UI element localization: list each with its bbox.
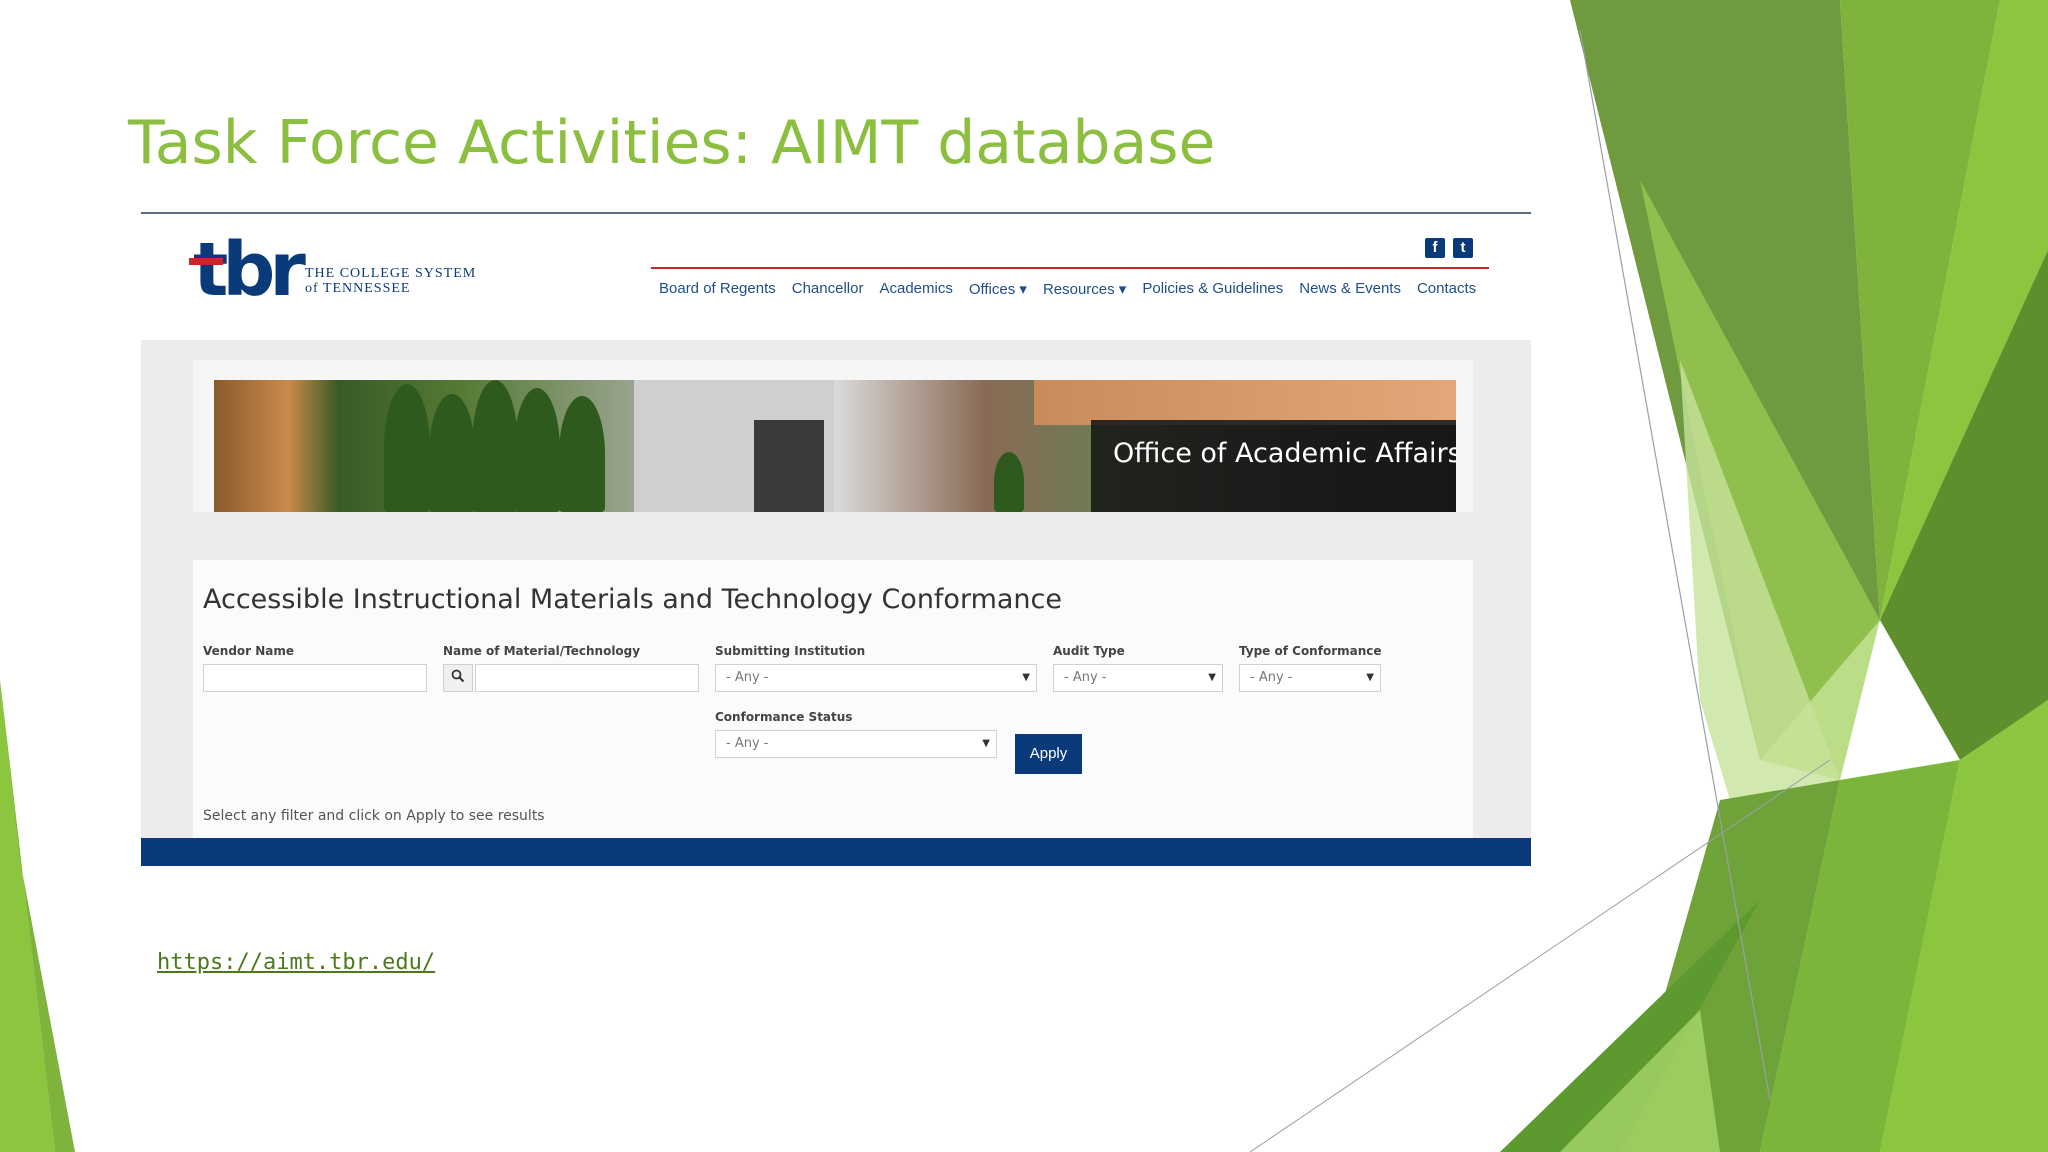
footer-bar [141,838,1531,866]
facebook-icon[interactable]: f [1425,238,1445,258]
nav-divider [651,267,1489,269]
conformance-type-select[interactable]: - Any - ▼ [1239,664,1381,692]
filter-hint: Select any filter and click on Apply to … [203,808,545,824]
page-content: Office of Academic Affairs Accessible In… [141,340,1531,840]
slide-title: Task Force Activities: AIMT database [128,108,1216,178]
banner-entrance [754,420,824,512]
logo-text: THE COLLEGE SYSTEM of TENNESSEE [305,266,476,296]
audit-type-select[interactable]: - Any - ▼ [1053,664,1223,692]
search-panel: Accessible Instructional Materials and T… [193,560,1473,840]
logo-line-2: of TENNESSEE [305,281,411,296]
social-links: f t [1425,238,1473,258]
nav-policies-guidelines[interactable]: Policies & Guidelines [1142,280,1283,298]
institution-label: Submitting Institution [715,644,866,658]
search-icon [443,664,473,692]
institution-value: - Any - [726,670,769,685]
website-screenshot: tbr THE COLLEGE SYSTEM of TENNESSEE f t … [141,212,1531,866]
logo-mark: tbr [193,227,306,313]
tbr-logo[interactable]: tbr THE COLLEGE SYSTEM of TENNESSEE [189,227,493,313]
audit-type-value: - Any - [1064,670,1107,685]
nav-board-of-regents[interactable]: Board of Regents [659,280,776,298]
chevron-down-icon: ▼ [1366,672,1374,683]
material-name-label: Name of Material/Technology [443,644,641,658]
chevron-down-icon: ▼ [1208,672,1216,683]
apply-button[interactable]: Apply [1015,734,1082,774]
vendor-name-label: Vendor Name [203,644,295,658]
aimt-link[interactable]: https://aimt.tbr.edu/ [157,950,435,975]
banner-image: Office of Academic Affairs [214,380,1456,512]
audit-type-label: Audit Type [1053,644,1125,658]
conformance-status-label: Conformance Status [715,710,853,724]
banner-label: Office of Academic Affairs [1113,438,1456,469]
page-title: Accessible Instructional Materials and T… [203,584,1062,615]
banner-sky [1034,380,1456,425]
main-nav: Board of Regents Chancellor Academics Of… [659,280,1476,298]
nav-chancellor[interactable]: Chancellor [792,280,864,298]
logo-red-accent [189,258,223,265]
logo-line-1: THE COLLEGE SYSTEM [305,266,477,281]
nav-resources[interactable]: Resources ▾ [1043,280,1126,298]
conformance-status-value: - Any - [726,736,769,751]
institution-select[interactable]: - Any - ▼ [715,664,1037,692]
material-name-input[interactable] [475,664,699,692]
vendor-name-input[interactable] [203,664,427,692]
conformance-type-label: Type of Conformance [1239,644,1382,658]
conformance-status-select[interactable]: - Any - ▼ [715,730,997,758]
nav-academics[interactable]: Academics [879,280,952,298]
banner-label-box: Office of Academic Affairs [1091,420,1456,512]
nav-contacts[interactable]: Contacts [1417,280,1476,298]
nav-news-events[interactable]: News & Events [1299,280,1401,298]
twitter-icon[interactable]: t [1453,238,1473,258]
nav-offices[interactable]: Offices ▾ [969,280,1027,298]
chevron-down-icon: ▼ [1022,672,1030,683]
chevron-down-icon: ▼ [982,738,990,749]
conformance-type-value: - Any - [1250,670,1293,685]
